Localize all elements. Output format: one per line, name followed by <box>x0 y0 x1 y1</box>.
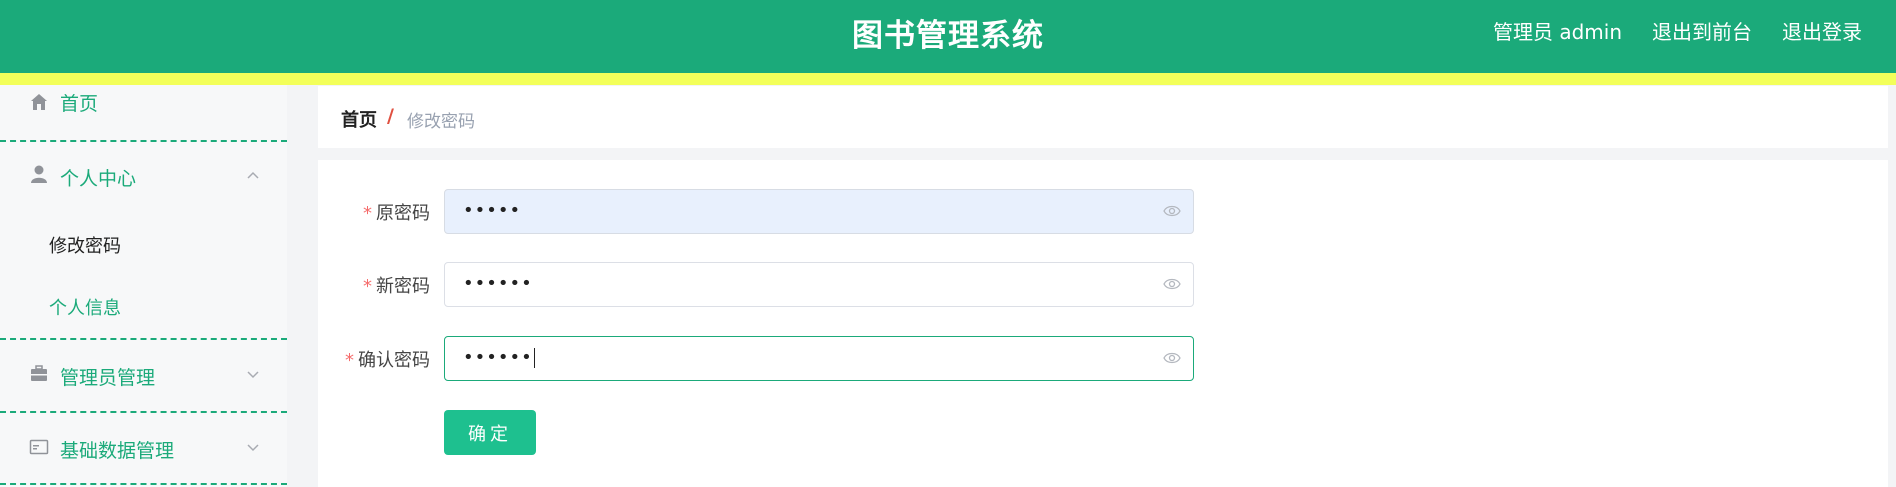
required-mark: * <box>345 350 354 371</box>
old-password-label: * 原密码 <box>318 199 430 225</box>
id-card-icon <box>29 439 49 455</box>
eye-icon[interactable] <box>1163 277 1181 291</box>
eye-icon[interactable] <box>1163 351 1181 365</box>
sidebar-item-base-data-management[interactable]: 基础数据管理 <box>0 433 287 463</box>
breadcrumb-home[interactable]: 首页 <box>341 106 377 132</box>
header-accent-bar <box>0 73 1896 85</box>
new-password-label-text: 新密码 <box>376 276 430 297</box>
required-mark: * <box>363 203 372 224</box>
sidebar-item-admin-management[interactable]: 管理员管理 <box>0 360 287 390</box>
confirm-password-value-text: •••••• <box>463 347 533 368</box>
new-password-label: * 新密码 <box>318 272 430 298</box>
chevron-down-icon <box>247 444 259 452</box>
old-password-field[interactable]: ••••• <box>444 189 1194 234</box>
sidebar-subitem-personal-info[interactable]: 个人信息 <box>49 294 121 320</box>
top-header: 图书管理系统 管理员 admin 退出到前台 退出登录 <box>0 0 1896 73</box>
chevron-up-icon <box>247 171 259 179</box>
breadcrumb: 首页 / 修改密码 <box>318 86 1888 148</box>
home-icon <box>31 94 47 110</box>
old-password-label-text: 原密码 <box>376 203 430 224</box>
sidebar-divider <box>0 483 287 485</box>
required-mark: * <box>363 276 372 297</box>
header-actions: 管理员 admin 退出到前台 退出登录 <box>1493 16 1862 45</box>
user-icon <box>31 165 47 183</box>
current-user-label: 管理员 admin <box>1492 20 1622 44</box>
old-password-value: ••••• <box>463 200 522 221</box>
chevron-down-icon <box>247 371 259 379</box>
confirm-password-label-text: 确认密码 <box>358 350 430 371</box>
sidebar-item-label: 管理员管理 <box>60 367 156 389</box>
sidebar-item-label: 首页 <box>60 93 99 115</box>
sidebar-item-label: 个人中心 <box>60 168 137 190</box>
confirm-button[interactable]: 确定 <box>444 410 536 455</box>
eye-icon[interactable] <box>1163 204 1181 218</box>
sidebar-divider <box>0 411 287 413</box>
confirm-password-label: * 确认密码 <box>318 346 430 372</box>
logout-link[interactable]: 退出登录 <box>1782 16 1862 45</box>
sidebar-subitem-change-password[interactable]: 修改密码 <box>49 232 121 258</box>
new-password-field[interactable]: •••••• <box>444 262 1194 307</box>
sidebar-divider <box>0 338 287 340</box>
breadcrumb-current: 修改密码 <box>407 112 475 132</box>
text-caret <box>533 348 535 368</box>
confirm-password-field[interactable]: •••••• <box>444 336 1194 381</box>
briefcase-icon <box>31 365 47 381</box>
sidebar-divider <box>0 140 287 142</box>
change-password-form: * 原密码 ••••• * 新密码 •••••• * 确认密码 •••••• 确定 <box>318 160 1888 487</box>
new-password-value: •••••• <box>463 273 533 294</box>
breadcrumb-separator: / <box>387 105 394 127</box>
confirm-password-value: •••••• <box>463 347 535 368</box>
sidebar-item-label: 基础数据管理 <box>60 440 175 462</box>
back-to-front-link[interactable]: 退出到前台 <box>1652 16 1752 45</box>
sidebar: 首页 个人中心 修改密码 个人信息 管理员管理 基础数据管理 <box>0 85 287 487</box>
sidebar-item-home[interactable]: 首页 <box>0 85 287 117</box>
sidebar-item-personal-center[interactable]: 个人中心 <box>0 161 287 191</box>
